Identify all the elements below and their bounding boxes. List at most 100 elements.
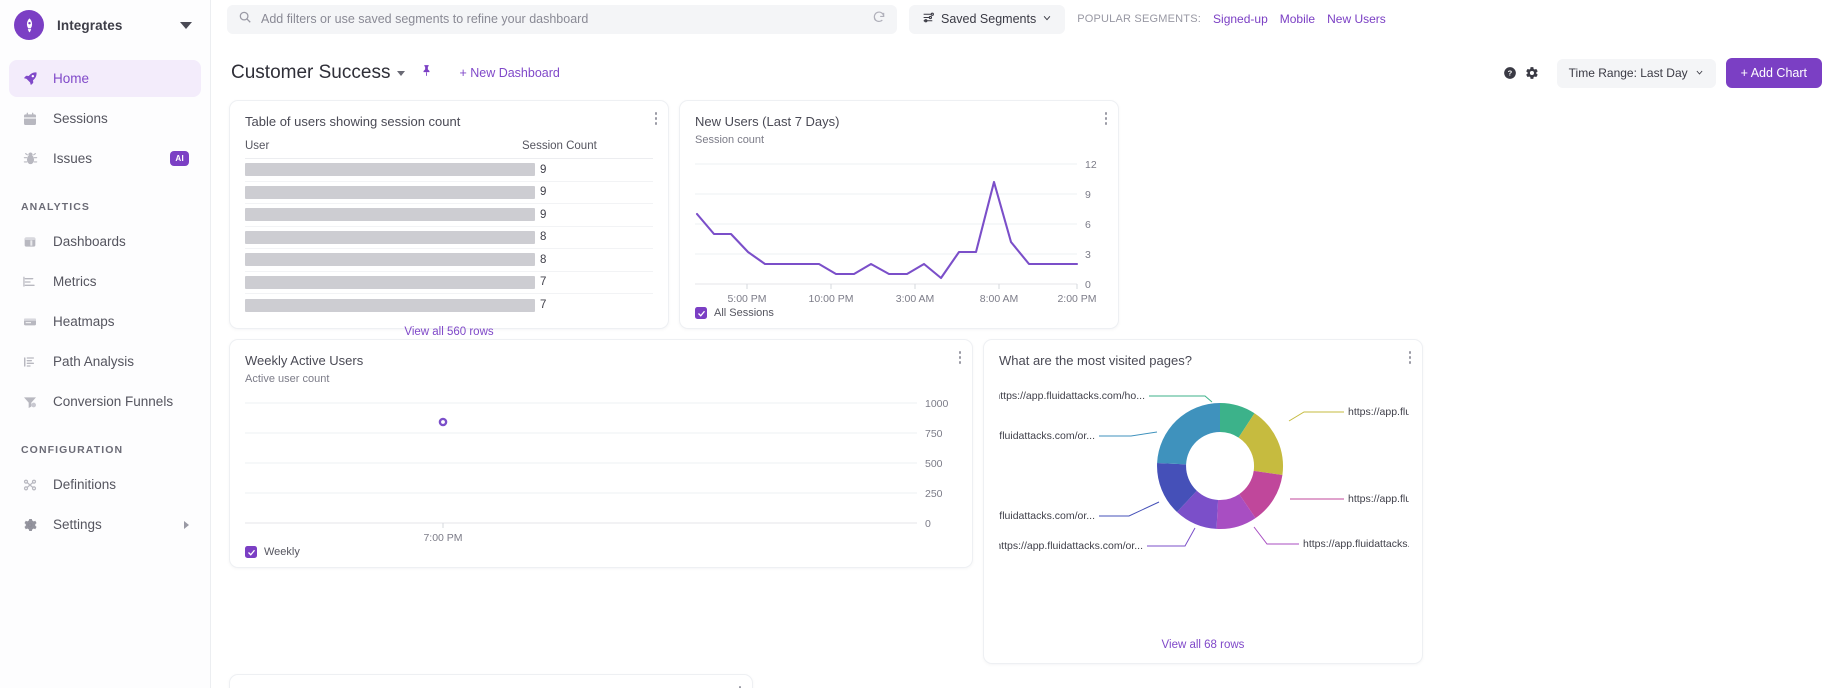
- more-vertical-icon[interactable]: [1409, 351, 1412, 366]
- caret-down-icon[interactable]: [180, 22, 192, 29]
- donut-label-3: https://app.fluidattacks.com/or...: [1303, 538, 1409, 550]
- pin-icon[interactable]: [420, 63, 433, 83]
- legend-checkbox[interactable]: [245, 546, 257, 558]
- legend-checkbox[interactable]: [695, 307, 707, 319]
- session-count-cell: 9: [535, 186, 653, 198]
- gear-icon: [21, 516, 39, 534]
- sidebar-section-analytics: ANALYTICS: [9, 201, 201, 213]
- table-row[interactable]: 9: [245, 204, 653, 227]
- sidebar-item-label: Issues: [53, 151, 156, 166]
- svg-text:9: 9: [1085, 189, 1091, 201]
- popular-segment-new-users[interactable]: New Users: [1327, 12, 1386, 26]
- legend-weekly[interactable]: Weekly: [245, 546, 300, 558]
- search-input[interactable]: Add filters or use saved segments to ref…: [227, 5, 897, 34]
- sidebar-item-conversion-funnels[interactable]: Conversion Funnels: [9, 383, 201, 420]
- help-circle-icon[interactable]: ?: [1503, 66, 1517, 80]
- metrics-icon: [21, 273, 39, 291]
- dashboard-titlebar: Customer Success + New Dashboard ?: [211, 52, 1844, 94]
- search-icon: [238, 10, 252, 29]
- table-row[interactable]: 8: [245, 227, 653, 250]
- sidebar: Integrates Home: [0, 0, 211, 688]
- session-count-cell: 8: [535, 231, 653, 243]
- popular-segment-mobile[interactable]: Mobile: [1280, 12, 1315, 26]
- rocket-badge-icon: [14, 10, 44, 40]
- topbar: Add filters or use saved segments to ref…: [211, 0, 1844, 38]
- table-row[interactable]: 9: [245, 182, 653, 205]
- brand-name: Integrates: [57, 18, 167, 33]
- search-placeholder: Add filters or use saved segments to ref…: [261, 12, 863, 26]
- sidebar-item-label: Path Analysis: [53, 354, 189, 369]
- view-all-rows-link[interactable]: View all 68 rows: [984, 639, 1422, 651]
- sidebar-item-home[interactable]: Home: [9, 60, 201, 97]
- sidebar-item-issues[interactable]: Issues AI: [9, 140, 201, 177]
- card-title: Weekly Active Users: [245, 353, 957, 368]
- svg-text:10:00 PM: 10:00 PM: [809, 293, 854, 305]
- sidebar-item-label: Home: [53, 71, 189, 86]
- table-row[interactable]: 7: [245, 272, 653, 295]
- card-subtitle: Active user count: [245, 373, 957, 385]
- path-analysis-icon: [21, 353, 39, 371]
- view-all-rows-link[interactable]: View all 560 rows: [245, 326, 653, 338]
- sidebar-item-dashboards[interactable]: Dashboards: [9, 223, 201, 260]
- legend-label: All Sessions: [714, 307, 774, 319]
- sidebar-item-label: Conversion Funnels: [53, 394, 189, 409]
- sidebar-item-label: Dashboards: [53, 234, 189, 249]
- svg-text:0: 0: [1085, 279, 1091, 291]
- svg-text:?: ?: [1507, 69, 1512, 78]
- gridlines: [245, 403, 917, 523]
- donut-label-2: https://app.fluidattacks.com/or...: [1348, 493, 1409, 505]
- sidebar-item-heatmaps[interactable]: Heatmaps: [9, 303, 201, 340]
- popular-segment-signed-up[interactable]: Signed-up: [1213, 12, 1268, 26]
- data-point-weekly: [440, 419, 446, 425]
- donut-slices: [1157, 403, 1283, 529]
- table-row[interactable]: 7: [245, 294, 653, 317]
- time-range-selector[interactable]: Time Range: Last Day: [1557, 59, 1716, 88]
- brand-header[interactable]: Integrates: [0, 2, 210, 48]
- legend-label: Weekly: [264, 546, 300, 558]
- y-axis-ticks: 1000 750 500 250 0: [925, 398, 949, 530]
- svg-text:1000: 1000: [925, 398, 949, 410]
- dashboard-icon: [21, 233, 39, 251]
- refresh-icon[interactable]: [872, 10, 886, 29]
- card-title: Table of users showing session count: [245, 114, 653, 129]
- filter-sliders-icon: [922, 11, 935, 27]
- svg-text:7:00 PM: 7:00 PM: [423, 532, 462, 544]
- popular-segments-label: POPULAR SEGMENTS:: [1077, 13, 1201, 25]
- definitions-icon: [21, 476, 39, 494]
- gear-icon[interactable]: [1525, 66, 1539, 80]
- saved-segments-button[interactable]: Saved Segments: [909, 5, 1065, 34]
- card-weekly-active-users: Weekly Active Users Active user count: [229, 339, 973, 568]
- new-dashboard-button[interactable]: + New Dashboard: [459, 66, 559, 80]
- sidebar-item-definitions[interactable]: Definitions: [9, 466, 201, 503]
- table-row[interactable]: 8: [245, 249, 653, 272]
- sidebar-item-label: Definitions: [53, 477, 189, 492]
- table-row[interactable]: 9: [245, 159, 653, 182]
- svg-text:250: 250: [925, 488, 943, 500]
- user-masked-cell: [245, 186, 535, 199]
- chevron-down-icon[interactable]: [397, 71, 405, 76]
- gridlines: [695, 164, 1077, 284]
- donut-slice: [1157, 403, 1220, 464]
- add-chart-button[interactable]: + Add Chart: [1726, 58, 1822, 88]
- more-vertical-icon[interactable]: [655, 112, 658, 127]
- more-vertical-icon[interactable]: [1105, 112, 1108, 127]
- visited-pages-donut-chart: https://app.fluidattacks.com/ho... https…: [999, 374, 1407, 614]
- user-masked-cell: [245, 208, 535, 221]
- sidebar-item-sessions[interactable]: Sessions: [9, 100, 201, 137]
- chevron-right-icon: [184, 521, 189, 529]
- svg-text:5:00 PM: 5:00 PM: [727, 293, 766, 305]
- saved-segments-label: Saved Segments: [941, 12, 1036, 26]
- sidebar-item-settings[interactable]: Settings: [9, 506, 201, 543]
- sidebar-nav: Home Sessions: [0, 60, 210, 543]
- sidebar-item-path-analysis[interactable]: Path Analysis: [9, 343, 201, 380]
- sidebar-item-metrics[interactable]: Metrics: [9, 263, 201, 300]
- session-count-cell: 9: [535, 209, 653, 221]
- series-all-sessions: [697, 182, 1077, 278]
- more-vertical-icon[interactable]: [959, 351, 962, 366]
- legend-all-sessions[interactable]: All Sessions: [695, 307, 774, 319]
- svg-text:3: 3: [1085, 249, 1091, 261]
- svg-text:6: 6: [1085, 219, 1091, 231]
- column-header-user: User: [245, 140, 517, 152]
- user-masked-cell: [245, 276, 535, 289]
- add-chart-label: + Add Chart: [1741, 66, 1807, 80]
